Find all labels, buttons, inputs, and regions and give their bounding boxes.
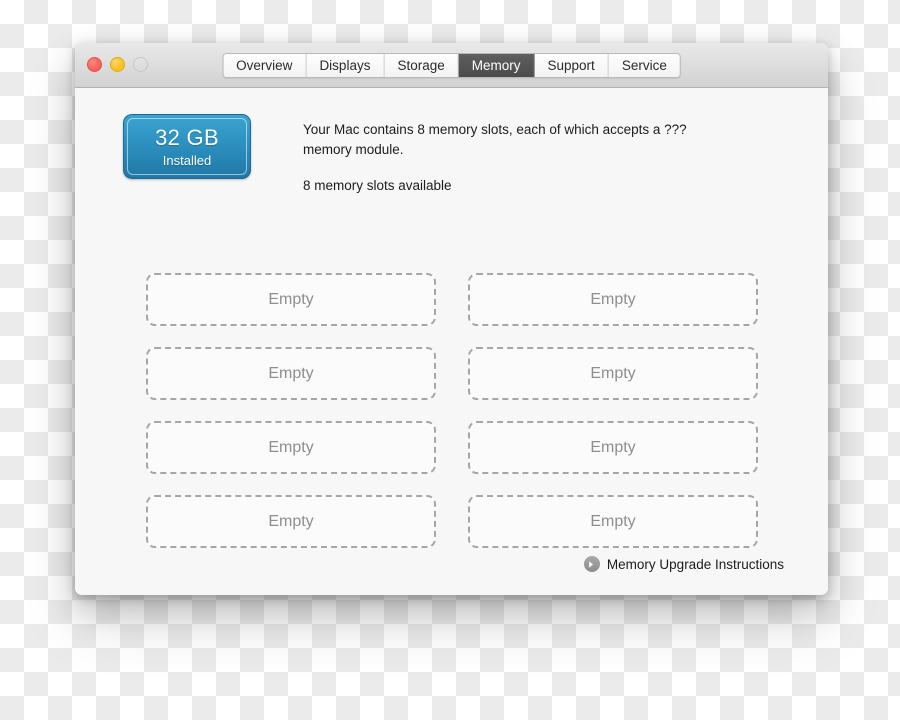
window-controls: [87, 57, 148, 72]
memory-summary: 32 GB Installed Your Mac contains 8 memo…: [75, 88, 828, 218]
tab-storage[interactable]: Storage: [384, 54, 459, 77]
memory-slots-description: Your Mac contains 8 memory slots, each o…: [303, 122, 687, 157]
memory-slot-label: Empty: [268, 290, 314, 308]
memory-slot[interactable]: Empty: [468, 495, 758, 548]
tab-overview[interactable]: Overview: [223, 54, 307, 77]
memory-summary-text: Your Mac contains 8 memory slots, each o…: [303, 120, 733, 193]
memory-slot-label: Empty: [590, 364, 636, 382]
memory-slot[interactable]: Empty: [146, 347, 436, 400]
memory-slot[interactable]: Empty: [146, 495, 436, 548]
memory-slot-grid: Empty Empty Empty Empty Empty Empty Empt…: [146, 273, 758, 548]
about-this-mac-window: Overview Displays Storage Memory Support…: [75, 43, 828, 595]
memory-slot-label: Empty: [590, 438, 636, 456]
close-button[interactable]: [87, 57, 102, 72]
tab-bar: Overview Displays Storage Memory Support…: [222, 53, 681, 78]
memory-upgrade-instructions-link[interactable]: Memory Upgrade Instructions: [583, 556, 784, 572]
installed-memory-state: Installed: [162, 152, 212, 168]
memory-slot-label: Empty: [268, 364, 314, 382]
tab-displays[interactable]: Displays: [306, 54, 385, 77]
memory-slot-label: Empty: [268, 438, 314, 456]
memory-slot[interactable]: Empty: [146, 273, 436, 326]
memory-panel: 32 GB Installed Your Mac contains 8 memo…: [75, 88, 828, 594]
memory-slot[interactable]: Empty: [146, 421, 436, 474]
memory-upgrade-instructions-label: Memory Upgrade Instructions: [606, 556, 784, 572]
memory-slots-available: 8 memory slots available: [303, 177, 452, 193]
memory-slot-label: Empty: [590, 290, 636, 308]
installed-memory-badge: 32 GB Installed: [123, 114, 251, 179]
memory-slot-label: Empty: [590, 512, 636, 530]
window-titlebar: Overview Displays Storage Memory Support…: [75, 43, 828, 88]
tab-service[interactable]: Service: [608, 54, 680, 77]
tab-memory[interactable]: Memory: [458, 54, 535, 77]
memory-slot[interactable]: Empty: [468, 347, 758, 400]
tab-support[interactable]: Support: [534, 54, 609, 77]
memory-slot-label: Empty: [268, 512, 314, 530]
minimize-button[interactable]: [110, 57, 125, 72]
arrow-right-circle-icon: [583, 556, 600, 572]
memory-slot[interactable]: Empty: [468, 273, 758, 326]
memory-slot[interactable]: Empty: [468, 421, 758, 474]
zoom-button: [133, 57, 148, 72]
installed-memory-size: 32 GB: [155, 124, 219, 150]
